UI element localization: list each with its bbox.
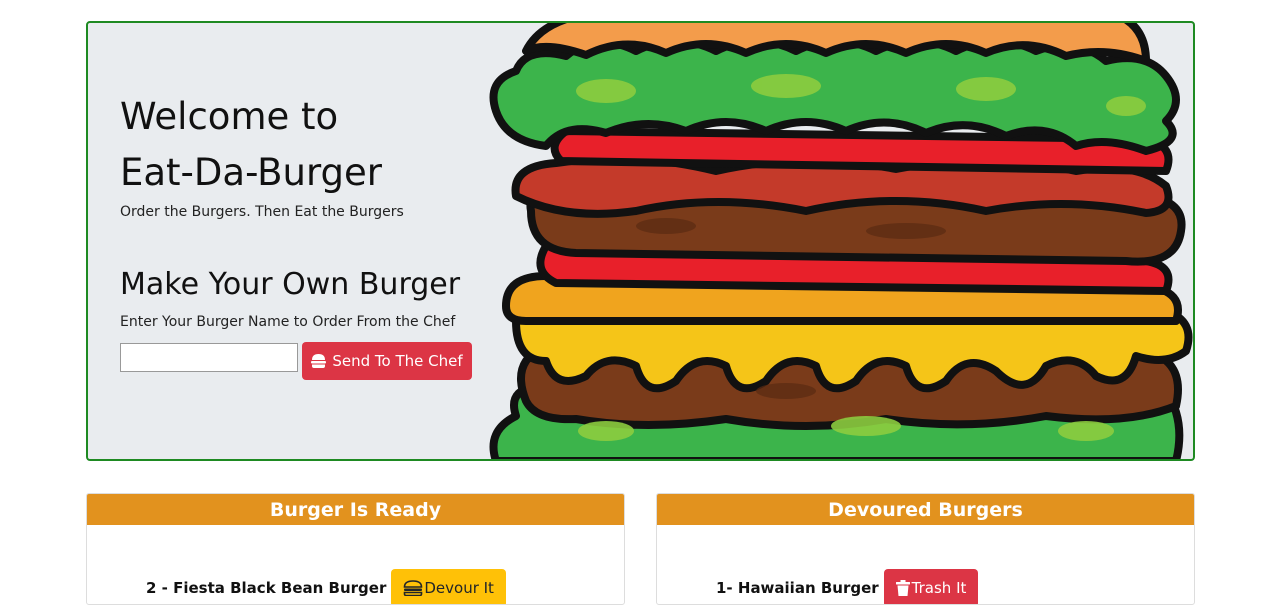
burger-name: 1- Hawaiian Burger bbox=[716, 579, 879, 597]
title-line-2: Eat-Da-Burger bbox=[120, 151, 382, 194]
make-burger-heading: Make Your Own Burger bbox=[120, 267, 461, 302]
tagline: Order the Burgers. Then Eat the Burgers bbox=[120, 204, 404, 220]
send-to-chef-button[interactable]: Send To The Chef bbox=[302, 342, 472, 380]
burger-illustration bbox=[489, 23, 1193, 459]
burger-name-input[interactable] bbox=[120, 343, 298, 372]
list-item: 2 - Fiesta Black Bean Burger Devour It bbox=[146, 569, 506, 604]
ready-panel-header: Burger Is Ready bbox=[87, 494, 624, 525]
trash-button[interactable]: Trash It bbox=[883, 569, 979, 604]
devour-button[interactable]: Devour It bbox=[391, 569, 506, 604]
title-line-1: Welcome to bbox=[120, 95, 339, 138]
hamburger-icon bbox=[311, 354, 327, 368]
jumbotron: Welcome to Eat-Da-Burger Order the Burge… bbox=[86, 21, 1195, 461]
list-item: 1- Hawaiian Burger Trash It bbox=[716, 569, 979, 604]
make-burger-subtitle: Enter Your Burger Name to Order From the… bbox=[120, 314, 456, 330]
devour-button-label: Devour It bbox=[424, 579, 494, 597]
devoured-panel: Devoured Burgers 1- Hawaiian Burger Tras… bbox=[656, 493, 1195, 605]
trash-button-label: Trash It bbox=[911, 579, 967, 597]
send-button-label: Send To The Chef bbox=[332, 352, 463, 370]
devoured-panel-header: Devoured Burgers bbox=[657, 494, 1194, 525]
ready-panel: Burger Is Ready 2 - Fiesta Black Bean Bu… bbox=[86, 493, 625, 605]
burger-name: 2 - Fiesta Black Bean Burger bbox=[146, 579, 387, 597]
page-title: Welcome to Eat-Da-Burger bbox=[120, 89, 382, 201]
